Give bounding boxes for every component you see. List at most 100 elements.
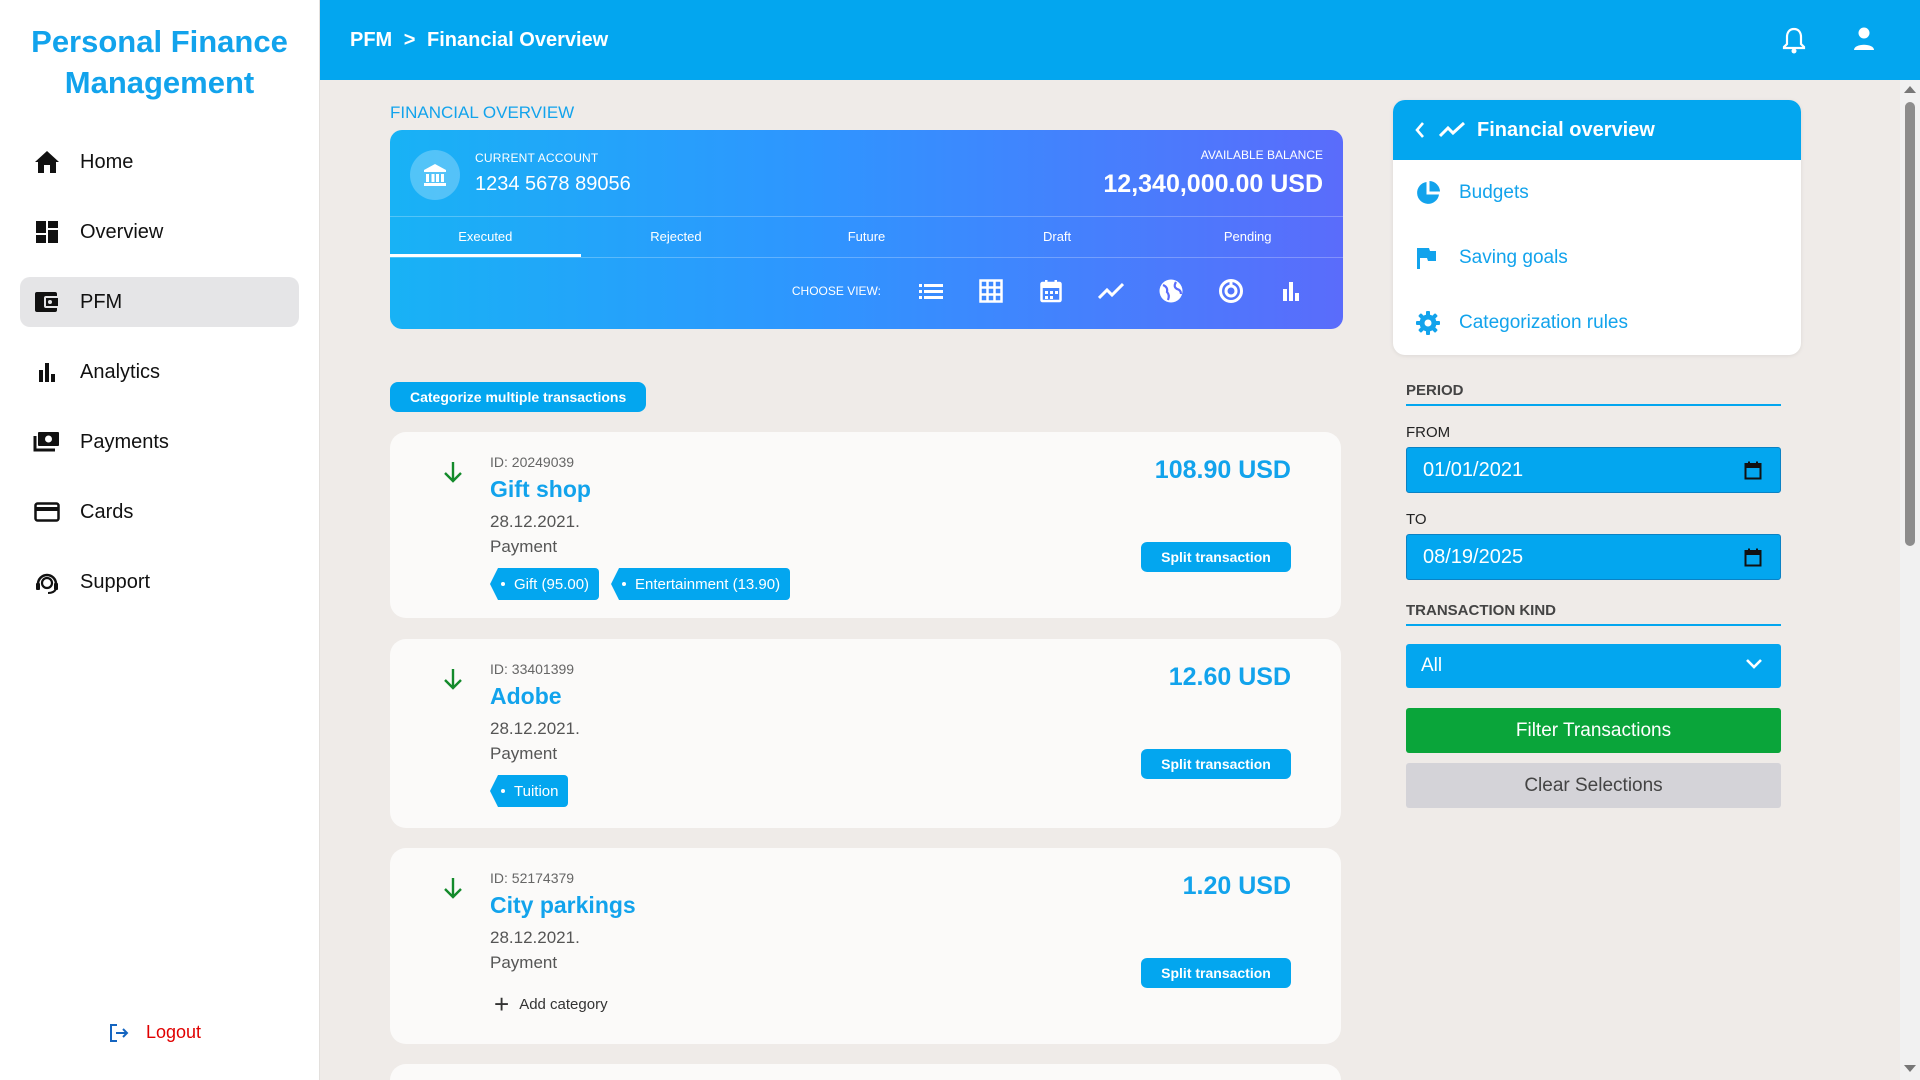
arrow-down-icon [442, 876, 464, 905]
split-transaction-button[interactable]: Split transaction [1141, 958, 1291, 988]
logout-button[interactable]: Logout [108, 1022, 201, 1043]
category-tag[interactable]: Entertainment (13.90) [611, 568, 791, 600]
category-tag[interactable]: Gift (95.00) [490, 568, 600, 600]
transaction-card[interactable] [390, 1064, 1341, 1080]
transaction-kind-label: TRANSACTION KIND [1406, 602, 1556, 619]
tab-rejected[interactable]: Rejected [581, 217, 772, 257]
sidebar-item-pfm[interactable]: PFM [20, 277, 299, 327]
transaction-name[interactable]: City parkings [490, 892, 636, 919]
grid-icon[interactable] [961, 279, 1021, 303]
transaction-type: Payment [490, 744, 558, 763]
account-card: CURRENT ACCOUNT 1234 5678 89056 AVAILABL… [390, 130, 1343, 329]
section-title: FINANCIAL OVERVIEW [390, 103, 575, 122]
category-tag[interactable]: Tuition [490, 775, 569, 807]
transaction-card[interactable]: ID: 33401399 Adobe 28.12.2021. Payment 1… [390, 639, 1341, 828]
sidebar-item-overview[interactable]: Overview [20, 207, 299, 257]
from-label: FROM [1406, 424, 1451, 441]
scrollbar-thumb[interactable] [1905, 102, 1915, 546]
calendar-icon[interactable] [1021, 279, 1081, 303]
transaction-type: Payment [490, 953, 558, 972]
sidebar-item-label: PFM [80, 290, 123, 313]
breadcrumb-root[interactable]: PFM [350, 29, 392, 51]
period-divider [1406, 404, 1781, 406]
transaction-kind-select[interactable]: All [1406, 644, 1781, 688]
sidebar-item-label: Overview [80, 220, 164, 243]
bar-chart-icon[interactable] [1261, 280, 1321, 302]
transaction-id: ID: 20249039 [490, 454, 575, 470]
balance-label: AVAILABLE BALANCE [1200, 148, 1323, 162]
split-transaction-button[interactable]: Split transaction [1141, 749, 1291, 779]
sidebar-nav: Home Overview PFM Analytics Payments Car… [0, 137, 319, 607]
support-agent-icon [32, 567, 62, 597]
scroll-down-arrow-icon[interactable] [1904, 1065, 1916, 1072]
credit-card-icon [32, 497, 62, 527]
clear-selections-button[interactable]: Clear Selections [1406, 763, 1781, 808]
to-date-field[interactable]: 08/19/2025 [1406, 534, 1781, 580]
transaction-card[interactable]: ID: 20249039 Gift shop 28.12.2021. Payme… [390, 432, 1341, 618]
scrollbar[interactable] [1900, 80, 1920, 1080]
tab-draft[interactable]: Draft [962, 217, 1153, 257]
chevron-down-icon [1745, 658, 1763, 670]
transaction-type: Payment [490, 537, 558, 556]
flag-icon [1415, 246, 1445, 270]
sidebar-item-label: Payments [80, 430, 169, 453]
split-transaction-button[interactable]: Split transaction [1141, 542, 1291, 572]
transaction-amount: 12.60 USD [1168, 663, 1291, 691]
period-label: PERIOD [1406, 382, 1464, 399]
line-chart-icon[interactable] [1081, 282, 1141, 300]
transaction-card[interactable]: ID: 52174379 City parkings 28.12.2021. P… [390, 848, 1341, 1044]
menu-item-categorization-rules[interactable]: Categorization rules [1393, 290, 1801, 355]
scroll-up-arrow-icon[interactable] [1904, 86, 1916, 93]
menu-item-budgets[interactable]: Budgets [1393, 160, 1801, 225]
menu-item-label: Categorization rules [1459, 311, 1628, 333]
chevron-left-icon[interactable] [1413, 120, 1427, 140]
transaction-kind-divider [1406, 624, 1781, 626]
arrow-down-icon [442, 667, 464, 696]
sidebar-item-payments[interactable]: Payments [20, 417, 299, 467]
transaction-id: ID: 52174379 [490, 870, 575, 886]
sidebar-item-label: Support [80, 570, 151, 593]
wallet-icon [32, 287, 62, 317]
menu-header-label: Financial overview [1477, 118, 1655, 141]
tab-executed[interactable]: Executed [390, 217, 581, 257]
view-label: CHOOSE VIEW: [791, 284, 881, 298]
from-date-value: 01/01/2021 [1423, 458, 1524, 481]
plus-icon: + [494, 989, 510, 1019]
logout-icon [108, 1023, 130, 1043]
from-date-field[interactable]: 01/01/2021 [1406, 447, 1781, 493]
category-tags: Tuition [490, 775, 580, 807]
menu-item-label: Budgets [1459, 181, 1529, 203]
tab-pending[interactable]: Pending [1152, 217, 1343, 257]
sidebar-item-label: Analytics [80, 360, 161, 383]
transaction-name[interactable]: Adobe [490, 683, 562, 710]
category-tags: Gift (95.00) Entertainment (13.90) [490, 568, 802, 600]
filter-transactions-button[interactable]: Filter Transactions [1406, 708, 1781, 753]
menu-item-label: Saving goals [1459, 246, 1568, 268]
transaction-id: ID: 33401399 [490, 661, 575, 677]
sidebar-item-analytics[interactable]: Analytics [20, 347, 299, 397]
bar-chart-icon [32, 357, 62, 387]
donut-chart-icon[interactable] [1201, 278, 1261, 304]
transaction-date: 28.12.2021. [490, 719, 580, 738]
sidebar-item-support[interactable]: Support [20, 557, 299, 607]
globe-icon[interactable] [1141, 278, 1201, 304]
to-label: TO [1406, 511, 1427, 528]
transaction-name[interactable]: Gift shop [490, 476, 591, 503]
sidebar-item-home[interactable]: Home [20, 137, 299, 187]
menu-item-saving-goals[interactable]: Saving goals [1393, 225, 1801, 290]
balance-value: 12,340,000.00 USD [1103, 170, 1323, 198]
calendar-icon[interactable] [1744, 461, 1762, 480]
sidebar-item-cards[interactable]: Cards [20, 487, 299, 537]
payments-icon [32, 427, 62, 457]
account-number: 1234 5678 89056 [475, 173, 631, 195]
categorize-multiple-button[interactable]: Categorize multiple transactions [390, 382, 647, 412]
bell-icon[interactable] [1782, 26, 1806, 54]
add-category-button[interactable]: + Add category [494, 989, 608, 1019]
list-icon[interactable] [901, 282, 961, 300]
sidebar: Personal Finance Management Home Overvie… [0, 0, 320, 1080]
tab-future[interactable]: Future [771, 217, 962, 257]
bank-icon [410, 150, 460, 200]
calendar-icon[interactable] [1744, 548, 1762, 567]
user-icon[interactable] [1852, 26, 1876, 52]
menu-header-financial-overview[interactable]: Financial overview [1393, 100, 1801, 160]
